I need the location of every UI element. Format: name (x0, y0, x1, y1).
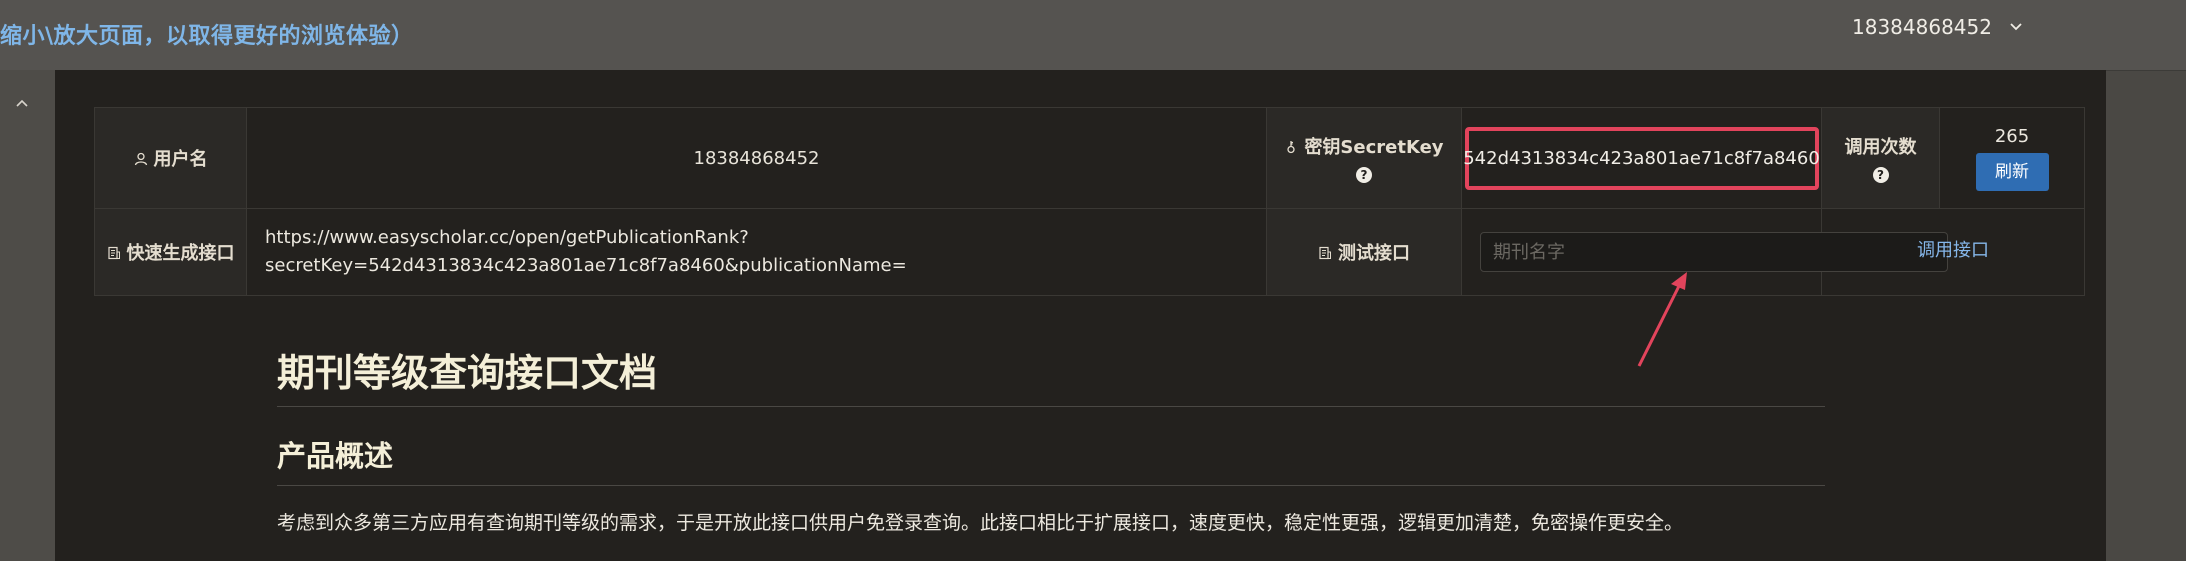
quick-url-line-2: secretKey=542d4313834c423a801ae71c8f7a84… (265, 255, 907, 276)
user-menu[interactable]: 18384868452 (1852, 12, 2024, 42)
secret-key-label-cell: 密钥SecretKey ? (1266, 107, 1462, 209)
call-count-help-icon[interactable]: ? (1872, 166, 1889, 183)
test-api-label-cell: 测试接口 (1266, 208, 1462, 296)
section-title: 产品概述 (277, 433, 1825, 486)
username-display: 18384868452 (1852, 15, 1992, 39)
chevron-down-icon (2010, 23, 2022, 31)
username-label: 用户名 (153, 149, 208, 170)
test-api-label: 测试接口 (1338, 243, 1410, 264)
username-value: 18384868452 (246, 107, 1267, 209)
publication-name-input[interactable] (1480, 232, 1948, 272)
call-count-value: 265 (1994, 125, 2030, 147)
doc-title: 期刊等级查询接口文档 (277, 350, 1825, 407)
page-notice: 缩小\放大页面，以取得更好的浏览体验） (0, 24, 414, 49)
secret-key-help-icon[interactable]: ? (1356, 166, 1372, 183)
call-count-label: 调用次数 (1844, 136, 1917, 158)
refresh-button[interactable]: 刷新 (1975, 152, 2049, 191)
document-icon (1319, 246, 1331, 260)
quick-url-cell: https://www.easyscholar.cc/open/getPubli… (246, 208, 1267, 296)
secret-key-cell: 542d4313834c423a801ae71c8f7a8460 (1461, 107, 1822, 209)
call-count-label-cell: 调用次数 ? (1821, 107, 1940, 209)
quick-url-line-1: https://www.easyscholar.cc/open/getPubli… (265, 227, 749, 248)
chevron-up-icon[interactable] (12, 94, 32, 114)
secret-key-label: 密钥SecretKey (1304, 136, 1444, 158)
quick-generate-label-cell: 快速生成接口 (94, 208, 247, 296)
document-icon (107, 246, 120, 260)
username-label-cell: 用户名 (94, 107, 247, 209)
api-documentation: 期刊等级查询接口文档 产品概述 考虑到众多第三方应用有查询期刊等级的需求，于是开… (277, 350, 1825, 535)
call-count-cell: 265 刷新 (1939, 107, 2085, 209)
user-icon (134, 152, 147, 166)
secret-key-value[interactable]: 542d4313834c423a801ae71c8f7a8460 (1463, 126, 1820, 190)
main-content: 用户名 18384868452 密钥SecretKey ? 542d431383… (55, 70, 2106, 561)
product-overview-text: 考虑到众多第三方应用有查询期刊等级的需求，于是开放此接口供用户免登录查询。此接口… (277, 512, 1684, 534)
api-info-table: 用户名 18384868452 密钥SecretKey ? 542d431383… (94, 107, 2085, 296)
top-bar: 缩小\放大页面，以取得更好的浏览体验） 18384868452 (0, 0, 2186, 71)
key-icon (1287, 140, 1296, 153)
quick-generate-label: 快速生成接口 (126, 243, 235, 264)
sidebar (0, 70, 55, 561)
